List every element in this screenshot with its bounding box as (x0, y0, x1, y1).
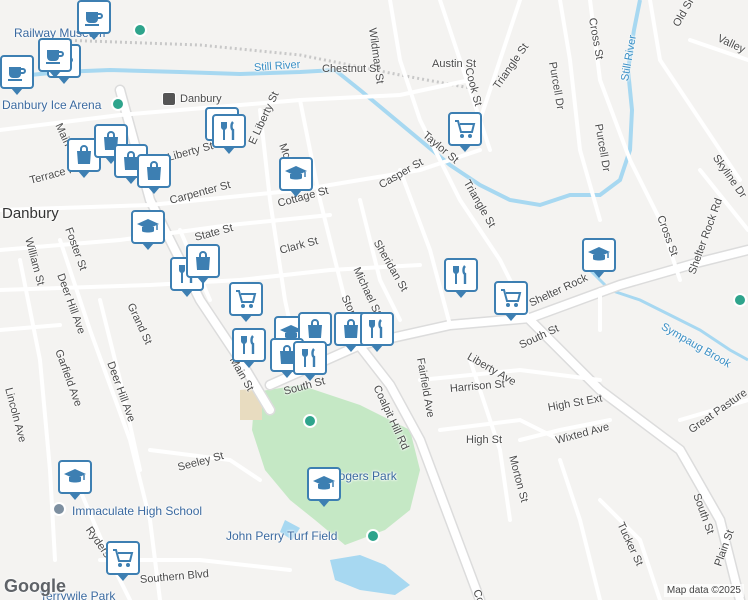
label-ice-arena: Danbury Ice Arena (2, 98, 102, 112)
poi-pin-grocery-cart[interactable] (448, 112, 482, 152)
turf-field-marker[interactable] (366, 529, 380, 543)
poi-pin-restaurant[interactable] (212, 114, 246, 154)
pond (330, 555, 410, 595)
poi-pin-restaurant[interactable] (360, 312, 394, 352)
map-canvas[interactable]: Danbury Railway Museum Danbury Ice Arena… (0, 0, 748, 600)
ice-arena-marker[interactable] (111, 97, 125, 111)
poi-pin-restaurant[interactable] (293, 341, 327, 381)
high-school-marker[interactable] (52, 502, 66, 516)
poi-pin-coffee[interactable] (77, 0, 111, 40)
poi-pin-school[interactable] (58, 460, 92, 500)
poi-pin-restaurant[interactable] (232, 328, 266, 368)
poi-pin-grocery-cart[interactable] (106, 541, 140, 581)
poi-pin-school[interactable] (307, 467, 341, 507)
poi-pin-coffee[interactable] (38, 38, 72, 78)
train-station-icon[interactable] (162, 92, 176, 106)
poi-pin-coffee[interactable] (0, 55, 34, 95)
poi-pin-grocery-cart[interactable] (494, 281, 528, 321)
google-logo: Google (4, 576, 66, 596)
label-immaculate-hs: Immaculate High School (72, 504, 203, 518)
label-danbury-station: Danbury (180, 93, 222, 105)
park-tree-icon[interactable] (303, 414, 317, 428)
brook-park-marker[interactable] (733, 293, 747, 307)
poi-pin-school[interactable] (582, 238, 616, 278)
label-danbury-city: Danbury (2, 205, 59, 222)
poi-pin-school[interactable] (279, 157, 313, 197)
label-john-perry: John Perry Turf Field (226, 529, 338, 543)
poi-pin-school[interactable] (131, 210, 165, 250)
label-chestnut-st: Chestnut St (322, 63, 380, 75)
label-high-st: High St (466, 434, 503, 446)
poi-pin-shopping-bag[interactable] (137, 154, 171, 194)
map-attribution[interactable]: Map data ©2025 (663, 584, 744, 597)
poi-pin-grocery-cart[interactable] (229, 282, 263, 322)
rogers-park-area (252, 385, 420, 545)
poi-pin-restaurant[interactable] (444, 258, 478, 298)
poi-pin-shopping-bag[interactable] (186, 244, 220, 284)
museum-marker[interactable] (133, 23, 147, 37)
